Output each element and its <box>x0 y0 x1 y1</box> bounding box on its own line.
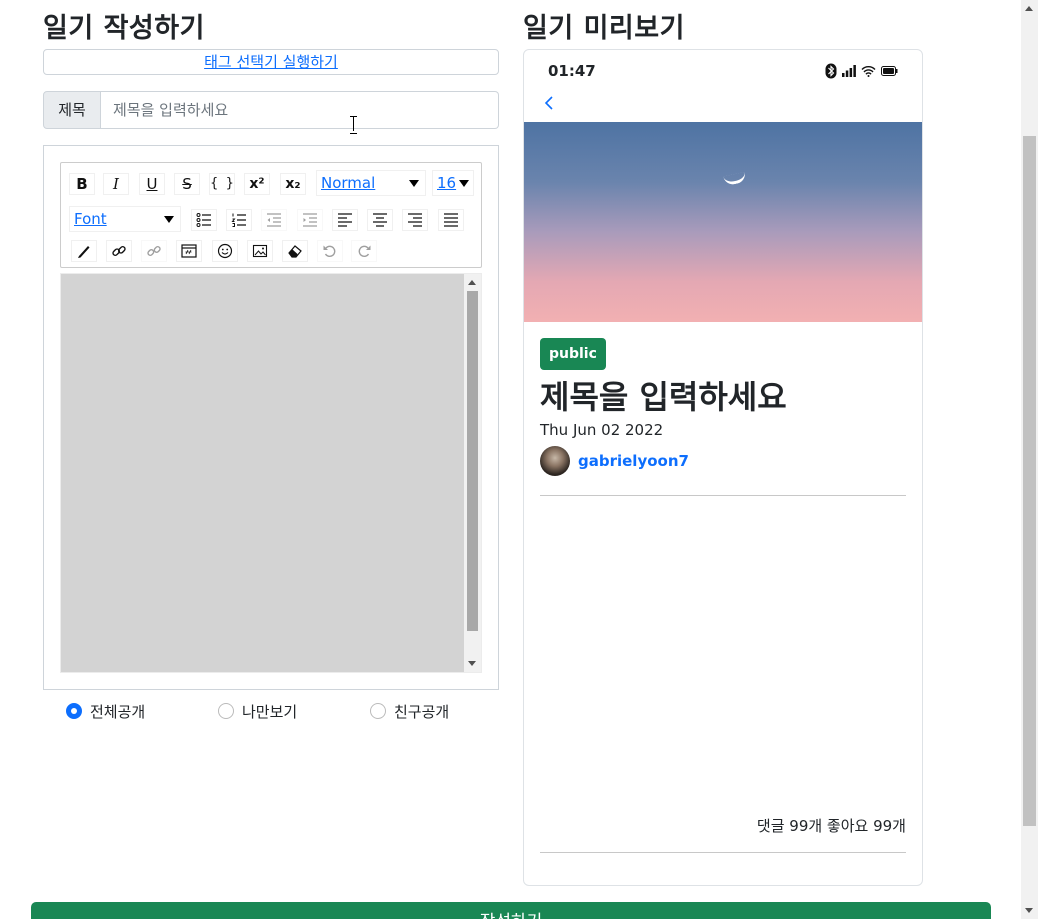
submit-button[interactable]: 작성하기 <box>31 902 991 919</box>
align-left-button[interactable] <box>332 209 358 231</box>
subscript-button[interactable]: x₂ <box>280 173 306 195</box>
tag-selector-link[interactable]: 태그 선택기 실행하기 <box>204 53 338 71</box>
title-input-group: 제목 <box>43 91 499 129</box>
link-button[interactable] <box>106 240 132 262</box>
bullet-list-button[interactable] <box>191 209 217 231</box>
undo-icon <box>323 245 336 258</box>
preview-phone-frame: 01:47 public 제목을 입력하세요 Thu Jun 02 2022 g… <box>523 49 923 886</box>
back-chevron-icon[interactable] <box>542 94 556 112</box>
visibility-option-label: 나만보기 <box>242 702 298 721</box>
post-title: 제목을 입력하세요 <box>540 378 787 416</box>
visibility-option-public[interactable]: 전체공개 <box>66 700 145 722</box>
post-date: Thu Jun 02 2022 <box>540 421 664 439</box>
underline-button[interactable]: U <box>139 173 165 195</box>
scroll-down-icon[interactable] <box>468 661 476 666</box>
bluetooth-icon <box>825 63 837 79</box>
cover-image <box>524 122 922 322</box>
editor-frame: B I U S { } x² x₂ Normal 16 Font <box>43 145 499 690</box>
eraser-icon <box>288 245 302 258</box>
visibility-option-friends[interactable]: 친구공개 <box>370 700 449 722</box>
header-select-label: Normal <box>321 174 376 192</box>
editor-content-area[interactable] <box>60 273 482 673</box>
image-icon <box>252 244 268 258</box>
moon-icon <box>723 171 747 187</box>
text-cursor-icon <box>349 116 359 134</box>
align-right-button[interactable] <box>402 209 428 231</box>
title-label: 제목 <box>43 91 101 129</box>
header-select[interactable]: Normal <box>316 170 426 196</box>
editor-scrollbar[interactable] <box>464 274 481 672</box>
status-icons <box>825 63 898 79</box>
font-select[interactable]: Font <box>69 206 181 232</box>
outdent-button[interactable] <box>261 209 287 231</box>
visibility-option-private[interactable]: 나만보기 <box>218 700 297 722</box>
avatar <box>540 446 570 476</box>
scroll-up-icon[interactable] <box>468 280 476 285</box>
divider <box>540 852 906 853</box>
preview-heading: 일기 미리보기 <box>523 13 685 44</box>
radio-checked-icon[interactable] <box>66 703 82 719</box>
superscript-button[interactable]: x² <box>244 173 270 195</box>
author-name[interactable]: gabrielyoon7 <box>578 452 689 470</box>
visibility-option-label: 전체공개 <box>90 702 146 721</box>
write-heading: 일기 작성하기 <box>43 13 205 44</box>
strike-button[interactable]: S <box>174 173 200 195</box>
size-select[interactable]: 16 <box>432 170 474 196</box>
remove-format-button[interactable] <box>282 240 308 262</box>
wifi-icon <box>861 66 876 77</box>
tag-selector-box: 태그 선택기 실행하기 <box>43 49 499 75</box>
size-select-label: 16 <box>437 174 457 192</box>
radio-unchecked-icon[interactable] <box>370 703 386 719</box>
pen-icon <box>78 246 90 258</box>
post-author: gabrielyoon7 <box>540 446 689 476</box>
font-select-label: Font <box>74 210 107 228</box>
ordered-list-button[interactable] <box>226 209 252 231</box>
undo-button[interactable] <box>317 240 343 262</box>
chevron-down-icon <box>409 180 419 187</box>
scroll-up-icon[interactable] <box>1025 6 1033 11</box>
post-stats: 댓글 99개 좋아요 99개 <box>756 817 906 835</box>
indent-button[interactable] <box>297 209 323 231</box>
embedded-button[interactable] <box>176 240 202 262</box>
indent-icon <box>303 213 317 227</box>
smiley-icon <box>217 243 233 259</box>
battery-icon <box>881 66 898 76</box>
radio-unchecked-icon[interactable] <box>218 703 234 719</box>
link-icon <box>112 245 126 257</box>
status-badge: public <box>540 338 606 370</box>
color-button[interactable] <box>71 240 97 262</box>
image-button[interactable] <box>247 240 273 262</box>
align-justify-button[interactable] <box>438 209 464 231</box>
scrollbar-thumb[interactable] <box>1023 136 1036 826</box>
unlink-button[interactable] <box>141 240 167 262</box>
italic-button[interactable]: I <box>103 173 129 195</box>
chevron-down-icon <box>459 180 469 187</box>
embed-icon <box>181 244 197 258</box>
signal-icon <box>842 65 856 77</box>
visibility-option-label: 친구공개 <box>394 702 450 721</box>
unlink-icon <box>147 245 161 257</box>
align-left-icon <box>338 213 352 227</box>
align-center-icon <box>373 213 387 227</box>
scroll-down-icon[interactable] <box>1025 908 1033 913</box>
align-right-icon <box>408 213 422 227</box>
title-input[interactable] <box>101 91 499 129</box>
emoji-button[interactable] <box>212 240 238 262</box>
align-justify-icon <box>444 213 458 227</box>
scrollbar-thumb[interactable] <box>467 291 478 631</box>
bullet-list-icon <box>196 213 211 227</box>
redo-icon <box>358 245 371 258</box>
align-center-button[interactable] <box>367 209 393 231</box>
ordered-list-icon <box>231 213 246 227</box>
status-time: 01:47 <box>548 62 596 80</box>
bold-button[interactable]: B <box>69 173 95 195</box>
code-button[interactable]: { } <box>209 173 235 195</box>
redo-button[interactable] <box>351 240 377 262</box>
editor-toolbar: B I U S { } x² x₂ Normal 16 Font <box>60 162 482 268</box>
chevron-down-icon <box>164 216 174 223</box>
visibility-radio-group: 전체공개 나만보기 친구공개 <box>66 700 506 722</box>
page-scrollbar[interactable] <box>1021 0 1038 919</box>
divider <box>540 495 906 496</box>
outdent-icon <box>267 213 281 227</box>
